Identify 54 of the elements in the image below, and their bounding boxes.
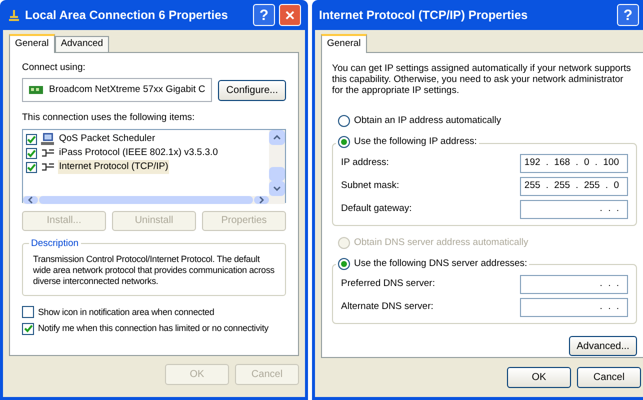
plug-icon: [41, 148, 54, 158]
field-label: IP address:: [341, 156, 389, 170]
field-label: Connect using:: [22, 61, 86, 75]
radio-button[interactable]: [338, 258, 350, 270]
checkbox[interactable]: [22, 322, 34, 335]
ip-address-field[interactable]: . . .: [520, 200, 628, 218]
computer-icon: [41, 133, 54, 145]
list-item[interactable]: Internet Protocol (TCP/IP): [58, 160, 170, 174]
tab[interactable]: General: [321, 34, 367, 53]
ip-address-field[interactable]: 255 . 255 . 255 . 0: [520, 176, 628, 196]
ip-address-field[interactable]: . . .: [520, 275, 628, 294]
radio-button[interactable]: [338, 136, 350, 148]
intro-text: You can get IP settings assigned automatically if your network supports this capability. Otherwise, you need to ask your network administrator for the appropriate IP settings.: [332, 63, 632, 96]
help-button[interactable]: ?: [253, 4, 275, 26]
field-label: Default gateway:: [341, 202, 412, 216]
list-item[interactable]: iPass Protocol (IEEE 802.1x) v3.5.3.0: [58, 146, 219, 160]
tab[interactable]: General: [9, 34, 55, 53]
help-button[interactable]: ?: [617, 4, 639, 26]
field-label: Preferred DNS server:: [341, 277, 435, 292]
window-title: Local Area Connection 6 Properties: [25, 7, 229, 24]
radio-button[interactable]: [338, 115, 350, 128]
ip-address-field[interactable]: 192 . 168 . 0 . 100: [520, 154, 628, 172]
checkbox[interactable]: [22, 306, 34, 318]
plug-icon: [41, 162, 54, 172]
vertical-scrollbar[interactable]: [269, 130, 285, 196]
horizontal-scrollbar[interactable]: [23, 196, 285, 204]
checkbox[interactable]: [26, 148, 37, 158]
radio-label: Obtain DNS server address automatically: [354, 236, 528, 250]
network-card-icon: [29, 85, 43, 96]
description-text: Transmission Control Protocol/Internet Protocol. The default wide area network protocol that provides communication across diverse interconnected networks.: [33, 254, 275, 286]
close-button[interactable]: ✕: [279, 4, 301, 26]
field-label: This connection uses the following items:: [22, 111, 195, 126]
checkbox-label: Notify me when this connection has limited or no connectivity: [38, 322, 268, 335]
network-icon: [7, 8, 21, 22]
radio-label: Use the following DNS server addresses:: [354, 256, 528, 271]
dialog-button[interactable]: OK: [507, 367, 571, 388]
field-label: Subnet mask:: [341, 178, 400, 193]
dialog-button[interactable]: Cancel: [577, 367, 641, 388]
tab[interactable]: Advanced: [54, 36, 110, 52]
list-item[interactable]: QoS Packet Scheduler: [58, 132, 156, 146]
radio-label: Use the following IP address:: [354, 135, 477, 150]
scroll-thumb[interactable]: [269, 166, 285, 180]
checkbox[interactable]: [26, 162, 37, 172]
dialog-button[interactable]: Advanced...: [569, 336, 637, 356]
ip-address-field[interactable]: . . .: [520, 298, 628, 317]
scroll-thumb[interactable]: [39, 196, 253, 204]
adapter-name: Broadcom NetXtreme 57xx Gigabit C: [49, 83, 206, 98]
field-label: Alternate DNS server:: [341, 300, 434, 314]
checkbox[interactable]: [26, 134, 37, 144]
window-title: Internet Protocol (TCP/IP) Properties: [319, 7, 529, 24]
group-title: Description: [29, 236, 81, 251]
dialog-button[interactable]: Configure...: [218, 80, 286, 101]
radio-label: Obtain an IP address automatically: [354, 114, 502, 128]
checkbox-label: Show icon in notification area when connected: [38, 306, 214, 318]
